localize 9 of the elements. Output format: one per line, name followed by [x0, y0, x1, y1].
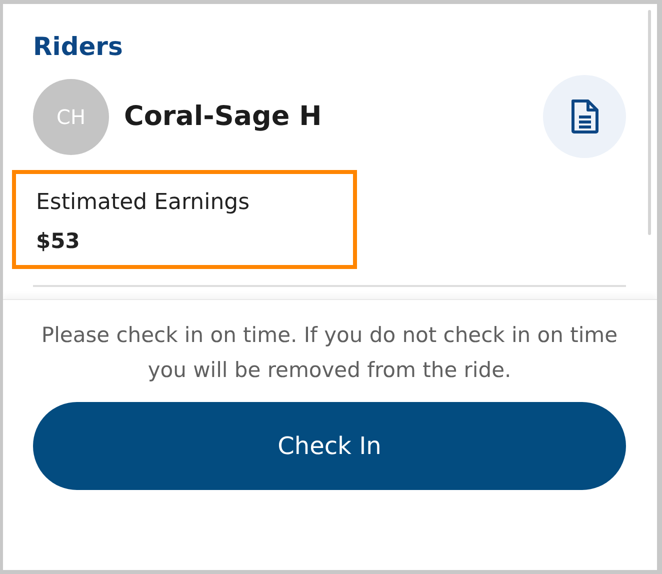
scrollbar[interactable] — [648, 10, 651, 235]
earnings-value: $53 — [36, 229, 80, 253]
document-icon — [570, 98, 600, 135]
section-title: Riders — [33, 32, 124, 61]
earnings-label: Estimated Earnings — [36, 190, 250, 215]
check-in-button[interactable]: Check In — [33, 402, 626, 490]
avatar: CH — [33, 78, 109, 154]
notice-text: Please check in on time. If you do not check in on time you will be removed from the ride. — [40, 322, 619, 384]
rider-name: Coral-Sage H — [124, 101, 323, 132]
